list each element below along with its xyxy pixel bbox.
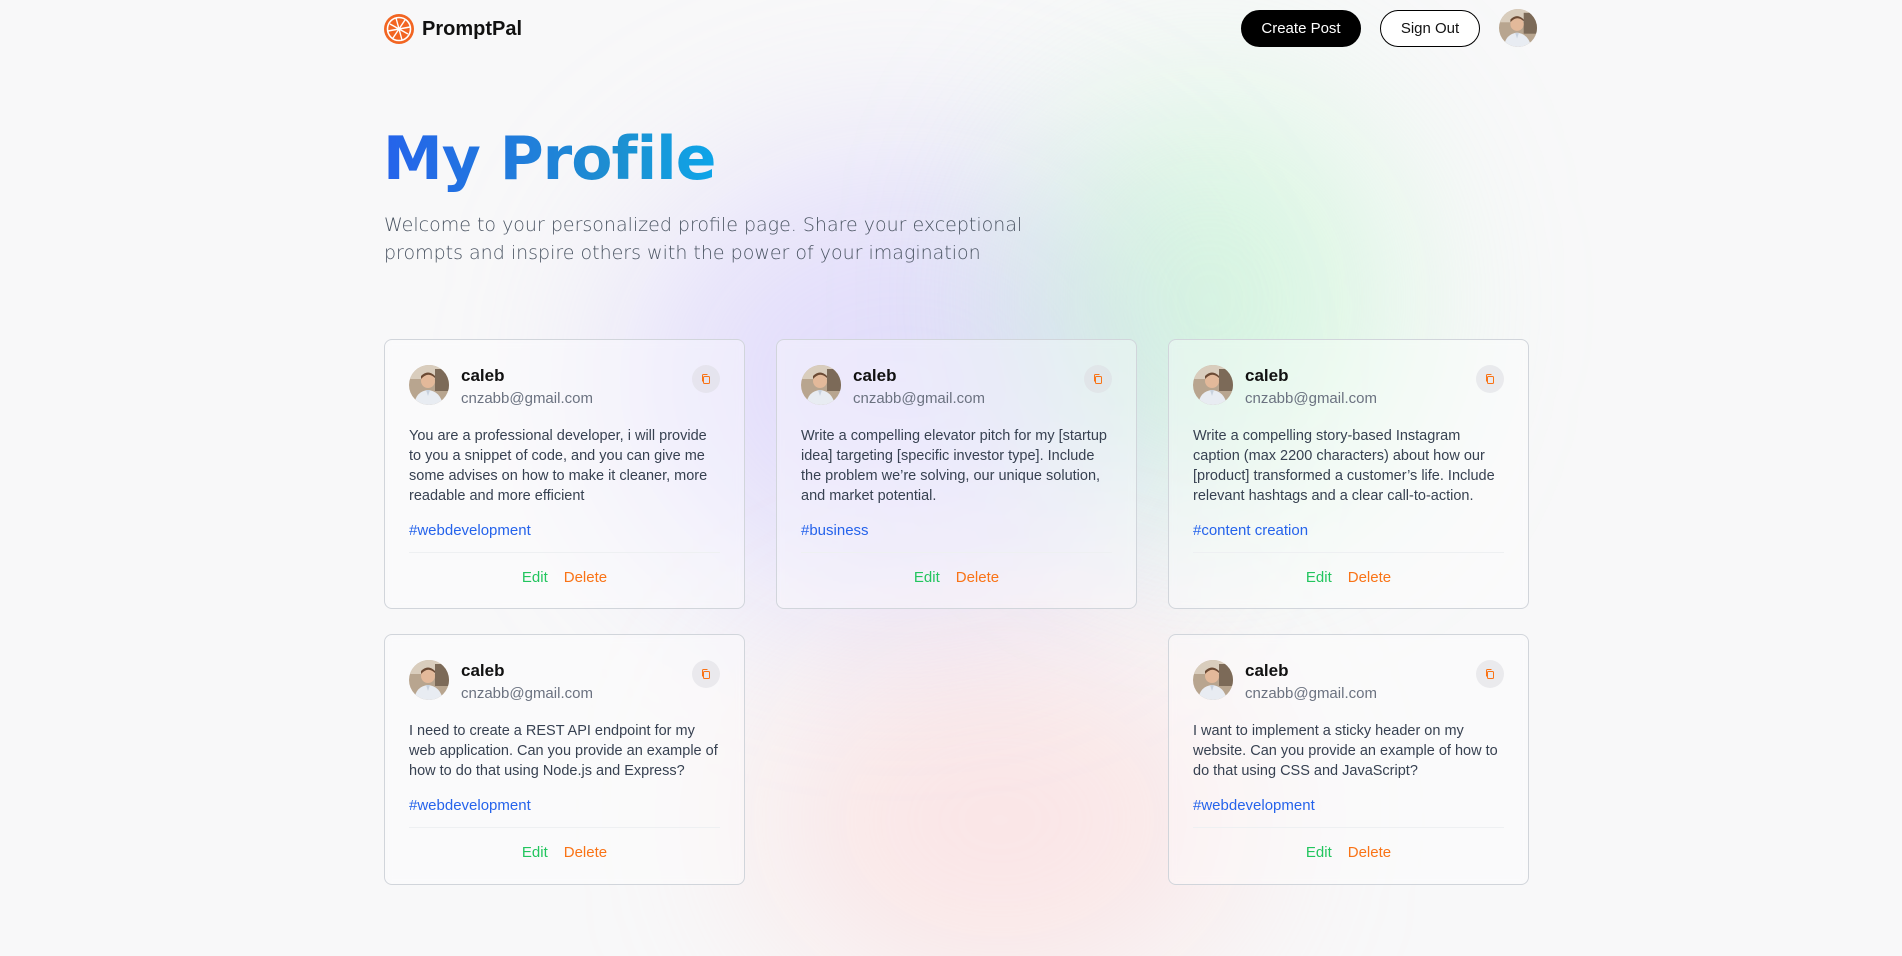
copy-icon — [1092, 373, 1104, 385]
card-username: caleb — [461, 661, 505, 680]
card-tag[interactable]: #webdevelopment — [409, 797, 720, 814]
card-tag[interactable]: #business — [801, 522, 1112, 539]
card-email: cnzabb@gmail.com — [1245, 685, 1377, 702]
prompt-card: caleb cnzabb@gmail.com I want to impleme… — [1168, 634, 1529, 885]
prompt-card: caleb cnzabb@gmail.com Write a compellin… — [776, 339, 1137, 609]
top-nav: PromptPal Create Post Sign Out — [0, 0, 1902, 58]
card-username: caleb — [1245, 661, 1289, 680]
card-header[interactable]: caleb cnzabb@gmail.com — [409, 364, 720, 407]
user-avatar[interactable] — [1499, 9, 1537, 47]
card-actions: Edit Delete — [801, 552, 1112, 601]
card-username: caleb — [853, 366, 897, 385]
card-email: cnzabb@gmail.com — [461, 685, 593, 702]
card-header[interactable]: caleb cnzabb@gmail.com — [409, 659, 720, 702]
edit-button[interactable]: Edit — [522, 569, 548, 586]
brand-link[interactable]: PromptPal — [384, 14, 522, 44]
avatar[interactable] — [801, 365, 841, 405]
page-description: Welcome to your personalized profile pag… — [384, 214, 1023, 264]
delete-button[interactable]: Delete — [564, 844, 607, 861]
card-header[interactable]: caleb cnzabb@gmail.com — [801, 364, 1112, 407]
card-header[interactable]: caleb cnzabb@gmail.com — [1193, 364, 1504, 407]
prompt-card: caleb cnzabb@gmail.com Write a compellin… — [1168, 339, 1529, 609]
copy-icon — [700, 373, 712, 385]
card-username: caleb — [1245, 366, 1289, 385]
edit-button[interactable]: Edit — [1306, 844, 1332, 861]
card-prompt: I need to create a REST API endpoint for… — [409, 723, 718, 779]
avatar[interactable] — [1193, 365, 1233, 405]
card-email: cnzabb@gmail.com — [1245, 390, 1377, 407]
sign-out-button[interactable]: Sign Out — [1380, 10, 1480, 47]
copy-icon — [1484, 668, 1496, 680]
delete-button[interactable]: Delete — [1348, 569, 1391, 586]
delete-button[interactable]: Delete — [564, 569, 607, 586]
copy-button[interactable] — [1476, 365, 1504, 393]
copy-button[interactable] — [692, 660, 720, 688]
card-actions: Edit Delete — [409, 827, 720, 876]
delete-button[interactable]: Delete — [956, 569, 999, 586]
avatar[interactable] — [409, 660, 449, 700]
prompt-card: caleb cnzabb@gmail.com You are a profess… — [384, 339, 745, 609]
card-prompt: I want to implement a sticky header on m… — [1193, 723, 1498, 779]
prompt-card: caleb cnzabb@gmail.com I need to create … — [384, 634, 745, 885]
card-tag[interactable]: #content creation — [1193, 522, 1504, 539]
copy-button[interactable] — [1084, 365, 1112, 393]
logo-icon — [384, 14, 414, 44]
copy-icon — [1484, 373, 1496, 385]
avatar[interactable] — [1193, 660, 1233, 700]
card-tag[interactable]: #webdevelopment — [1193, 797, 1504, 814]
brand-name: PromptPal — [422, 17, 523, 40]
copy-button[interactable] — [692, 365, 720, 393]
card-prompt: Write a compelling elevator pitch for my… — [801, 428, 1107, 504]
card-tag[interactable]: #webdevelopment — [409, 522, 720, 539]
card-email: cnzabb@gmail.com — [461, 390, 593, 407]
card-header[interactable]: caleb cnzabb@gmail.com — [1193, 659, 1504, 702]
avatar[interactable] — [409, 365, 449, 405]
create-post-button[interactable]: Create Post — [1241, 10, 1361, 47]
card-actions: Edit Delete — [1193, 552, 1504, 601]
copy-button[interactable] — [1476, 660, 1504, 688]
card-actions: Edit Delete — [409, 552, 720, 601]
edit-button[interactable]: Edit — [1306, 569, 1332, 586]
delete-button[interactable]: Delete — [1348, 844, 1391, 861]
card-prompt: Write a compelling story-based Instagram… — [1193, 428, 1495, 504]
card-username: caleb — [461, 366, 505, 385]
card-prompt: You are a professional developer, i will… — [409, 428, 708, 504]
copy-icon — [700, 668, 712, 680]
edit-button[interactable]: Edit — [522, 844, 548, 861]
card-actions: Edit Delete — [1193, 827, 1504, 876]
edit-button[interactable]: Edit — [914, 569, 940, 586]
page-title: My Profile — [383, 118, 716, 200]
card-email: cnzabb@gmail.com — [853, 390, 985, 407]
